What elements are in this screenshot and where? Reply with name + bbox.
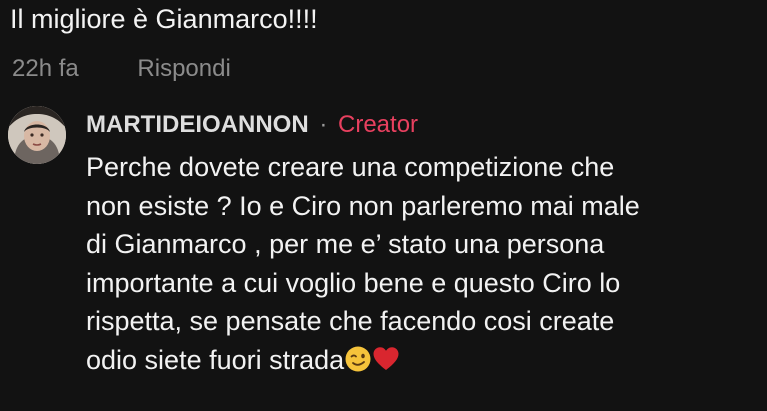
author-name[interactable]: MARTIDEIOANNON	[86, 111, 309, 138]
wink-face-icon	[344, 345, 372, 384]
reply-text: Perche dovete creare una competizione ch…	[86, 148, 756, 383]
reply-text-line: Perche dovete creare una competizione ch…	[86, 152, 615, 182]
author-separator: ·	[319, 111, 328, 138]
reply-text-line: non esiste ? Io e Ciro non parleremo mai…	[86, 190, 640, 221]
red-heart-icon	[372, 345, 400, 384]
comment-text: Il migliore è Gianmarco!!!!	[10, 4, 318, 34]
comment-meta: 22h fa Rispondi	[12, 54, 231, 84]
reply-text-line: odio siete fuori strada	[86, 344, 345, 375]
reply-text-last-line: odio siete fuori strada	[86, 341, 756, 384]
reply-text-line: rispetta, se pensate che facendo cosi cr…	[86, 306, 615, 336]
avatar-image	[8, 106, 66, 164]
comment-timestamp: 22h fa	[12, 55, 79, 82]
creator-badge: Creator	[338, 111, 419, 138]
avatar[interactable]	[8, 106, 66, 164]
reply-text-line: importante a cui voglio bene e questo Ci…	[86, 267, 621, 298]
reply-text-line: di Gianmarco , per me e’ stato una perso…	[86, 229, 605, 259]
reply-button[interactable]: Rispondi	[137, 54, 230, 84]
author-line: MARTIDEIOANNON · Creator	[86, 110, 418, 140]
